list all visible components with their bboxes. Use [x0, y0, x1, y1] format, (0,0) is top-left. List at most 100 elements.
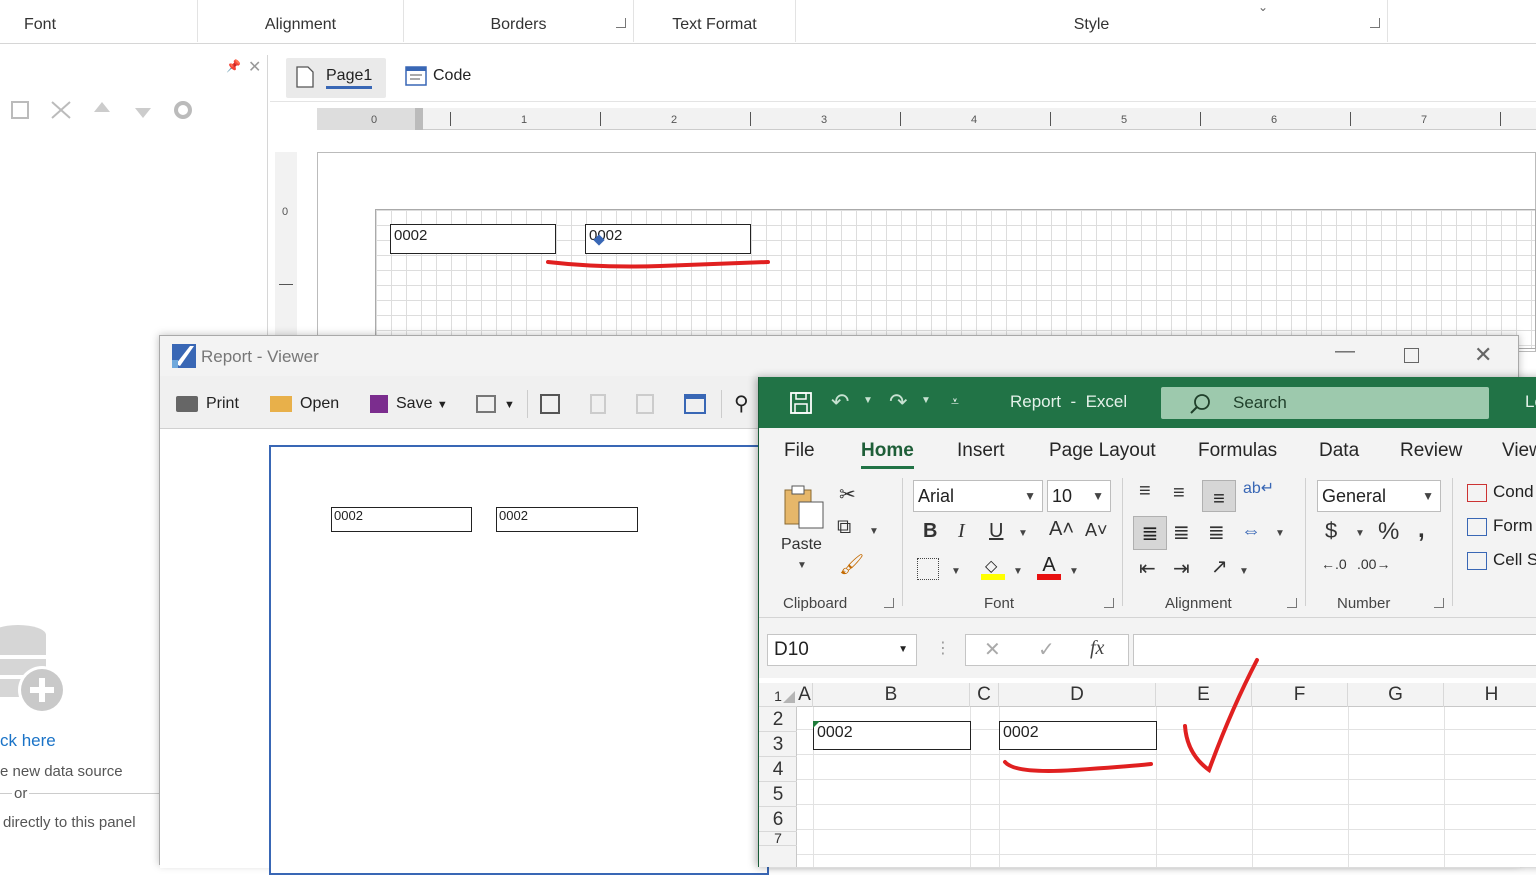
pin-icon[interactable]: 📌 [226, 59, 241, 73]
row-header[interactable]: 3 [759, 732, 797, 757]
design-textbox-2[interactable]: 0002 [585, 224, 751, 254]
row-header[interactable]: 2 [759, 707, 797, 732]
ribbon-group-borders[interactable]: Borders [404, 0, 634, 42]
tab-file[interactable]: File [784, 440, 815, 462]
column-header[interactable]: G [1348, 683, 1444, 707]
clipboard-button[interactable] [590, 392, 614, 416]
fill-color-icon[interactable]: ◇ [981, 556, 1005, 580]
row-header[interactable]: 6 [759, 807, 797, 832]
increase-indent-icon[interactable]: ⇥ [1173, 556, 1190, 581]
paste-label[interactable]: Paste [781, 536, 822, 554]
cell-styles-button[interactable]: Cell S [1467, 550, 1536, 570]
tab-code[interactable]: Code [393, 58, 485, 98]
send-button[interactable]: ▼ [476, 392, 515, 416]
redo-icon[interactable]: ↷ [889, 389, 907, 415]
decrease-font-icon[interactable]: A˅ [1085, 520, 1108, 541]
conditional-formatting-button[interactable]: Cond [1467, 482, 1534, 502]
alignment-launcher-icon[interactable] [1287, 598, 1297, 608]
chevron-down-icon[interactable]: ▼ [1013, 566, 1023, 577]
merge-center-icon[interactable]: ⇔ [1241, 520, 1261, 543]
align-middle-icon[interactable]: ≡ [1173, 482, 1185, 505]
currency-icon[interactable]: $ [1325, 518, 1337, 544]
chevron-down-icon[interactable]: ▼ [1275, 528, 1285, 539]
font-size-combo[interactable]: 10 ▼ [1047, 480, 1111, 512]
chevron-down-icon[interactable]: ▼ [869, 526, 879, 537]
font-name-combo[interactable]: Arial ▼ [913, 480, 1043, 512]
chevron-down-icon[interactable]: ▼ [1355, 528, 1365, 539]
align-bottom-icon[interactable]: ≡ [1202, 480, 1236, 512]
customize-qat-icon[interactable]: ⩡ [951, 393, 959, 410]
copy-button[interactable] [636, 392, 662, 416]
column-header[interactable]: B [813, 683, 970, 707]
find-binoculars-icon[interactable]: ⚲ [734, 392, 749, 416]
tab-formulas[interactable]: Formulas [1198, 440, 1277, 462]
increase-font-icon[interactable]: A˄ [1049, 518, 1074, 541]
cell-b2[interactable]: 0002 [813, 721, 971, 750]
wrap-text-icon[interactable]: ab↵ [1243, 478, 1274, 498]
increase-decimal-icon[interactable]: ←.0 [1321, 556, 1347, 572]
minimize-button[interactable]: — [1335, 340, 1355, 363]
clipboard-launcher-icon[interactable] [884, 598, 894, 608]
page-setup-button[interactable] [540, 392, 568, 416]
horizontal-ruler[interactable]: 0 1 2 3 4 5 6 7 [317, 108, 1536, 130]
orientation-icon[interactable]: ↗ [1211, 554, 1228, 579]
comma-style-icon[interactable]: , [1418, 516, 1425, 544]
style-launcher-icon[interactable] [1370, 18, 1380, 28]
chevron-down-icon[interactable]: ▼ [921, 395, 931, 406]
undo-icon[interactable]: ↶ [831, 389, 849, 415]
open-button[interactable]: Open [270, 392, 339, 416]
click-here-link[interactable]: ck here [0, 731, 56, 751]
paste-icon[interactable] [783, 484, 827, 530]
chevron-down-icon[interactable]: ▼ [1239, 566, 1249, 577]
save-disk-icon[interactable] [789, 391, 813, 415]
copy-icon[interactable]: ⧉ [837, 516, 851, 539]
report-band-grid[interactable]: 0002 0002 [375, 209, 1536, 349]
font-color-icon[interactable]: A [1037, 554, 1061, 580]
formula-bar-splitter-icon[interactable]: ⋮ [935, 638, 951, 658]
chevron-down-icon[interactable]: ▼ [951, 566, 961, 577]
tab-home[interactable]: Home [861, 440, 914, 469]
number-launcher-icon[interactable] [1434, 598, 1444, 608]
tab-review[interactable]: Review [1400, 440, 1462, 462]
maximize-button[interactable] [1404, 348, 1419, 363]
ribbon-group-font[interactable]: Font [0, 0, 198, 42]
ribbon-group-alignment[interactable]: Alignment [198, 0, 404, 42]
vertical-ruler[interactable]: 0 [275, 152, 297, 342]
row-header[interactable]: 1 [759, 689, 797, 707]
chevron-down-icon[interactable]: ▼ [797, 560, 807, 571]
tab-page-layout[interactable]: Page Layout [1049, 440, 1156, 462]
design-textbox-1[interactable]: 0002 [390, 224, 556, 254]
number-format-combo[interactable]: General ▼ [1317, 480, 1441, 512]
align-right-icon[interactable]: ≣ [1208, 520, 1225, 545]
cut-scissors-icon[interactable]: ✂ [839, 482, 856, 507]
font-launcher-icon[interactable] [1104, 598, 1114, 608]
search-box[interactable]: Search [1161, 387, 1489, 419]
underline-icon[interactable]: U [989, 520, 1003, 543]
align-left-icon[interactable]: ≣ [1133, 516, 1167, 550]
align-top-icon[interactable]: ≡ [1139, 480, 1151, 503]
account-name[interactable]: Le [1525, 392, 1536, 412]
ribbon-group-style[interactable]: Style [796, 0, 1388, 42]
format-painter-icon[interactable]: 🖌 [839, 552, 864, 577]
view-button[interactable] [684, 392, 714, 416]
row-header[interactable]: 7 [759, 831, 797, 846]
italic-icon[interactable]: I [958, 520, 965, 543]
column-header[interactable]: A [797, 683, 813, 707]
row-header[interactable]: 4 [759, 757, 797, 782]
decrease-decimal-icon[interactable]: .00→ [1357, 556, 1390, 572]
borders-icon[interactable] [917, 558, 939, 580]
save-button[interactable]: Save ▼ [370, 392, 448, 416]
align-center-icon[interactable]: ≣ [1173, 520, 1190, 545]
tab-page1[interactable]: Page1 [286, 58, 387, 98]
chevron-down-icon[interactable]: ▼ [1069, 566, 1079, 577]
bold-icon[interactable]: B [923, 520, 937, 543]
add-data-source-icon[interactable] [0, 623, 70, 715]
decrease-indent-icon[interactable]: ⇤ [1139, 556, 1156, 581]
ribbon-group-text-format[interactable]: Text Format [634, 0, 796, 42]
row-header[interactable]: 5 [759, 782, 797, 807]
percent-icon[interactable]: % [1378, 518, 1399, 546]
tab-view[interactable]: View [1502, 440, 1536, 462]
close-icon[interactable]: ✕ [248, 57, 261, 77]
chevron-down-icon[interactable]: ▼ [863, 395, 873, 406]
chevron-down-icon[interactable]: ▼ [1018, 528, 1028, 539]
